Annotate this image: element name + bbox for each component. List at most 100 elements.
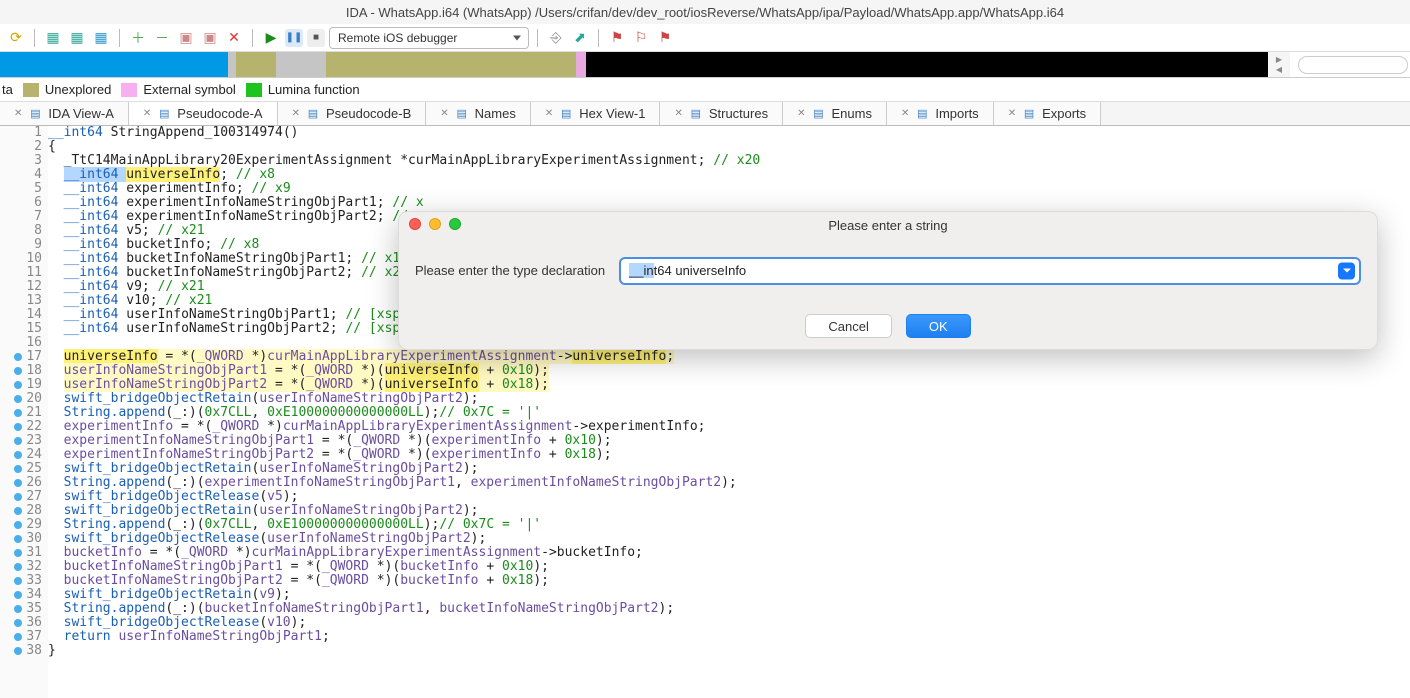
code-line[interactable]: swift_bridgeObjectRelease(v10); [48, 616, 1410, 630]
tab-pseudocode-b[interactable]: ✕▤Pseudocode-B [278, 102, 427, 125]
close-tab-icon[interactable]: ✕ [1008, 108, 1016, 119]
breakpoint-icon[interactable] [14, 535, 22, 543]
code-line[interactable]: { [48, 140, 1410, 154]
breakpoint-icon[interactable] [14, 507, 22, 515]
line-number[interactable]: 4 [0, 168, 42, 182]
line-number[interactable]: 35 [0, 602, 42, 616]
line-number[interactable]: 19 [0, 378, 42, 392]
code-line[interactable]: __int64 experimentInfoNameStringObjPart1… [48, 196, 1410, 210]
breakpoint-icon[interactable] [14, 563, 22, 571]
breakpoint-icon[interactable] [14, 423, 22, 431]
tab-structures[interactable]: ✕▤Structures [660, 102, 783, 125]
nav-segment[interactable] [586, 52, 1268, 77]
line-number[interactable]: 9 [0, 238, 42, 252]
type-declaration-input[interactable]: __int64 universeInfo [619, 257, 1361, 285]
code-line[interactable]: __int64 universeInfo; // x8 [48, 168, 1410, 182]
breakpoint-icon[interactable] [14, 479, 22, 487]
code-line[interactable]: swift_bridgeObjectRelease(v5); [48, 490, 1410, 504]
line-number[interactable]: 13 [0, 294, 42, 308]
tab-imports[interactable]: ✕▤Imports [887, 102, 994, 125]
zoom-out-icon[interactable]: － [152, 28, 172, 48]
breakpoint-icon[interactable] [14, 437, 22, 445]
code-line[interactable]: bucketInfo = *(_QWORD *)curMainAppLibrar… [48, 546, 1410, 560]
breakpoint-icon[interactable] [14, 395, 22, 403]
code-line[interactable]: _TtC14MainAppLibrary20ExperimentAssignme… [48, 154, 1410, 168]
code-line[interactable]: bucketInfoNameStringObjPart2 = *(_QWORD … [48, 574, 1410, 588]
breakpoint-icon[interactable] [14, 577, 22, 585]
line-number[interactable]: 38 [0, 644, 42, 658]
line-number[interactable]: 12 [0, 280, 42, 294]
dropdown-icon[interactable] [1338, 262, 1355, 279]
breakpoint-icon[interactable] [14, 381, 22, 389]
toolbar-icon[interactable]: ⚑ [655, 28, 675, 48]
code-line[interactable]: swift_bridgeObjectRetain(userInfoNameStr… [48, 504, 1410, 518]
toolbar-icon[interactable]: ▦ [43, 28, 63, 48]
nav-segment[interactable] [276, 52, 326, 77]
nav-segment[interactable] [326, 52, 576, 77]
close-tab-icon[interactable]: ✕ [14, 108, 22, 119]
code-line[interactable]: String.append(_:)(experimentInfoNameStri… [48, 476, 1410, 490]
line-number[interactable]: 21 [0, 406, 42, 420]
breakpoint-icon[interactable] [14, 633, 22, 641]
code-line[interactable]: bucketInfoNameStringObjPart1 = *(_QWORD … [48, 560, 1410, 574]
code-line[interactable]: swift_bridgeObjectRelease(userInfoNameSt… [48, 532, 1410, 546]
breakpoint-icon[interactable] [14, 647, 22, 655]
close-icon[interactable] [409, 218, 421, 230]
breakpoint-icon[interactable] [14, 493, 22, 501]
line-number[interactable]: 15 [0, 322, 42, 336]
run-icon[interactable]: ▶ [261, 28, 281, 48]
delete-icon[interactable]: ✕ [224, 28, 244, 48]
line-number[interactable]: 10 [0, 252, 42, 266]
reload-icon[interactable]: ⟳ [6, 28, 26, 48]
toolbar-icon[interactable]: ▦ [67, 28, 87, 48]
breakpoint-icon[interactable] [14, 619, 22, 627]
toolbar-icon[interactable]: ▣ [200, 28, 220, 48]
line-number[interactable]: 2 [0, 140, 42, 154]
tab-ida-view-a[interactable]: ✕▤IDA View-A [0, 102, 129, 125]
line-number[interactable]: 29 [0, 518, 42, 532]
line-number[interactable]: 34 [0, 588, 42, 602]
close-tab-icon[interactable]: ✕ [440, 108, 448, 119]
tab-pseudocode-a[interactable]: ✕▤Pseudocode-A [129, 102, 278, 125]
line-number[interactable]: 32 [0, 560, 42, 574]
line-number[interactable]: 20 [0, 392, 42, 406]
line-number[interactable]: 27 [0, 490, 42, 504]
close-tab-icon[interactable]: ✕ [674, 108, 682, 119]
close-tab-icon[interactable]: ✕ [545, 108, 553, 119]
line-number[interactable]: 14 [0, 308, 42, 322]
code-line[interactable]: String.append(_:)(0x7CLL, 0xE10000000000… [48, 518, 1410, 532]
zoom-in-icon[interactable]: ＋ [128, 28, 148, 48]
tab-enums[interactable]: ✕▤Enums [783, 102, 887, 125]
toolbar-icon[interactable]: ⚐ [631, 28, 651, 48]
line-number[interactable]: 23 [0, 434, 42, 448]
tab-names[interactable]: ✕▤Names [426, 102, 531, 125]
code-line[interactable]: swift_bridgeObjectRetain(userInfoNameStr… [48, 462, 1410, 476]
code-line[interactable]: experimentInfoNameStringObjPart1 = *(_QW… [48, 434, 1410, 448]
nav-segment[interactable] [0, 52, 228, 77]
toolbar-icon[interactable]: ⬈ [570, 28, 590, 48]
line-number[interactable]: 24 [0, 448, 42, 462]
code-line[interactable]: __int64 experimentInfo; // x9 [48, 182, 1410, 196]
code-line[interactable]: experimentInfoNameStringObjPart2 = *(_QW… [48, 448, 1410, 462]
close-tab-icon[interactable]: ✕ [143, 108, 151, 119]
code-line[interactable]: experimentInfo = *(_QWORD *)curMainAppLi… [48, 420, 1410, 434]
line-number[interactable]: 1 [0, 126, 42, 140]
close-tab-icon[interactable]: ✕ [901, 108, 909, 119]
line-number[interactable]: 18 [0, 364, 42, 378]
tab-hex-view-1[interactable]: ✕▤Hex View-1 [531, 102, 661, 125]
nav-segment[interactable] [236, 52, 276, 77]
navigation-overview[interactable]: ▶◀ [0, 52, 1410, 78]
code-line[interactable]: userInfoNameStringObjPart1 = *(_QWORD *)… [48, 364, 1410, 378]
toolbar-icon[interactable]: ⎆ [546, 28, 566, 48]
line-number[interactable]: 11 [0, 266, 42, 280]
close-tab-icon[interactable]: ✕ [292, 108, 300, 119]
line-number[interactable]: 16 [0, 336, 42, 350]
code-line[interactable]: __int64 StringAppend_100314974() [48, 126, 1410, 140]
line-number[interactable]: 3 [0, 154, 42, 168]
breakpoint-icon[interactable] [14, 605, 22, 613]
zoom-icon[interactable] [449, 218, 461, 230]
line-number[interactable]: 33 [0, 574, 42, 588]
line-number[interactable]: 28 [0, 504, 42, 518]
toolbar-icon[interactable]: ▣ [176, 28, 196, 48]
line-number[interactable]: 37 [0, 630, 42, 644]
